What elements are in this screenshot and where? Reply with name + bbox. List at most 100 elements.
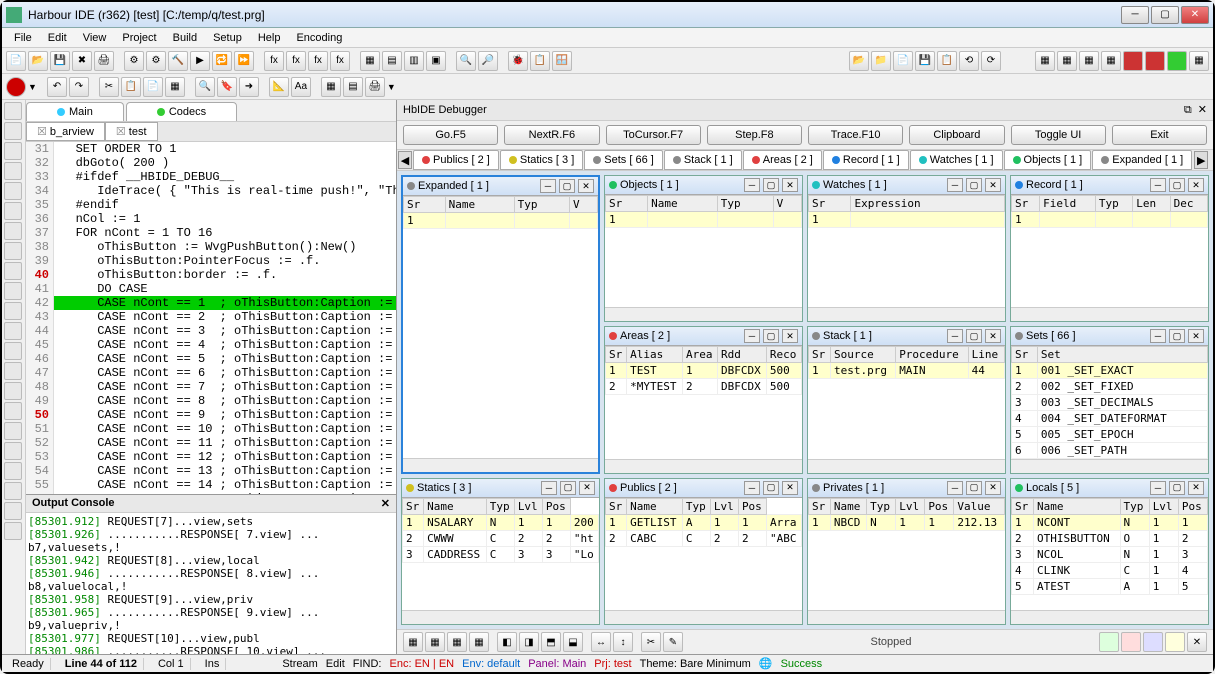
dbg-exit-button[interactable]: Exit bbox=[1112, 125, 1207, 145]
panel-scrollbar[interactable] bbox=[402, 610, 599, 624]
menu-project[interactable]: Project bbox=[114, 30, 164, 46]
record-icon[interactable] bbox=[6, 77, 26, 97]
misc2-icon[interactable]: ▤ bbox=[343, 77, 363, 97]
dbgf-5-icon[interactable]: ◧ bbox=[497, 632, 517, 652]
tool-last-icon[interactable]: ▦ bbox=[1189, 51, 1209, 71]
panel-scrollbar[interactable] bbox=[808, 610, 1005, 624]
side-btn-2[interactable] bbox=[4, 122, 22, 140]
dbg-tab-1[interactable]: Statics [ 3 ] bbox=[500, 150, 583, 170]
side-btn-11[interactable] bbox=[4, 302, 22, 320]
tool-r6-icon[interactable]: ⟲ bbox=[959, 51, 979, 71]
redo-icon[interactable]: ↷ bbox=[69, 77, 89, 97]
panel-min-icon[interactable]: ─ bbox=[744, 329, 760, 343]
tool-compile-ppo-icon[interactable]: ⚙ bbox=[146, 51, 166, 71]
dbgf-9-icon[interactable]: ↔ bbox=[591, 632, 611, 652]
panel-close-icon[interactable]: ✕ bbox=[985, 481, 1001, 495]
case-icon[interactable]: Aa bbox=[291, 77, 311, 97]
maximize-button[interactable]: ▢ bbox=[1151, 6, 1179, 24]
dbgf-12-icon[interactable]: ✎ bbox=[663, 632, 683, 652]
tool-compile-icon[interactable]: ⚙ bbox=[124, 51, 144, 71]
panel-scrollbar[interactable] bbox=[808, 459, 1005, 473]
dbg-tab-6[interactable]: Watches [ 1 ] bbox=[910, 150, 1003, 170]
tool-fx4-icon[interactable]: fx bbox=[330, 51, 350, 71]
dbgf-1-icon[interactable]: ▦ bbox=[403, 632, 423, 652]
panel-table[interactable]: SrNameTypLvlPos1NCONTN112OTHISBUTTONO123… bbox=[1011, 498, 1208, 610]
side-btn-13[interactable] bbox=[4, 342, 22, 360]
panel-close-icon[interactable]: ✕ bbox=[1188, 178, 1204, 192]
dbg-tab-2[interactable]: Sets [ 66 ] bbox=[584, 150, 663, 170]
close-button[interactable]: ✕ bbox=[1181, 6, 1209, 24]
menu-setup[interactable]: Setup bbox=[205, 30, 250, 46]
file-tab-barview[interactable]: ☒b_arview bbox=[26, 122, 105, 141]
goto-icon[interactable]: ➜ bbox=[239, 77, 259, 97]
tool-g1-icon[interactable]: ▦ bbox=[1035, 51, 1055, 71]
tool-window-icon[interactable]: 🪟 bbox=[552, 51, 572, 71]
panel-max-icon[interactable]: ▢ bbox=[966, 329, 982, 343]
panel-table[interactable]: SrNameTypLvlPos1NSALARYN112002CWWWC22"ht… bbox=[402, 498, 599, 610]
tool-r5-icon[interactable]: 📋 bbox=[937, 51, 957, 71]
tool-green-icon[interactable] bbox=[1167, 51, 1187, 71]
tool-zoom-in-icon[interactable]: 🔍 bbox=[456, 51, 476, 71]
tool-red1-icon[interactable] bbox=[1123, 51, 1143, 71]
dbgf-2-icon[interactable]: ▦ bbox=[425, 632, 445, 652]
tab-main[interactable]: Main bbox=[26, 102, 124, 121]
menu-build[interactable]: Build bbox=[165, 30, 205, 46]
panel-max-icon[interactable]: ▢ bbox=[559, 179, 575, 193]
panel-min-icon[interactable]: ─ bbox=[1150, 481, 1166, 495]
file-tab-test[interactable]: ☒test bbox=[105, 122, 158, 141]
panel-scrollbar[interactable] bbox=[605, 307, 802, 321]
dbg-detach-icon[interactable]: ⧉ bbox=[1184, 104, 1192, 116]
tabs-prev-icon[interactable]: ◀ bbox=[398, 151, 412, 169]
tool-new-icon[interactable]: 📄 bbox=[6, 51, 26, 71]
side-btn-14[interactable] bbox=[4, 362, 22, 380]
dbgf-3-icon[interactable]: ▦ bbox=[447, 632, 467, 652]
panel-close-icon[interactable]: ✕ bbox=[579, 481, 595, 495]
dbg-tab-4[interactable]: Areas [ 2 ] bbox=[743, 150, 822, 170]
dbgf-10-icon[interactable]: ↕ bbox=[613, 632, 633, 652]
panel-table[interactable]: SrNameTypV1 bbox=[403, 196, 598, 458]
tool-g3-icon[interactable]: ▦ bbox=[1079, 51, 1099, 71]
dbg-tab-5[interactable]: Record [ 1 ] bbox=[823, 150, 909, 170]
panel-max-icon[interactable]: ▢ bbox=[763, 329, 779, 343]
tool-fx1-icon[interactable]: fx bbox=[264, 51, 284, 71]
dbg-tab-0[interactable]: Publics [ 2 ] bbox=[413, 150, 499, 170]
copy-icon[interactable]: 📋 bbox=[121, 77, 141, 97]
side-btn-4[interactable] bbox=[4, 162, 22, 180]
panel-close-icon[interactable]: ✕ bbox=[578, 179, 594, 193]
dbg-trace-button[interactable]: Trace.F10 bbox=[808, 125, 903, 145]
tool-props-icon[interactable]: 📋 bbox=[530, 51, 550, 71]
dbgf-r1-icon[interactable] bbox=[1099, 632, 1119, 652]
side-btn-20[interactable] bbox=[4, 482, 22, 500]
panel-close-icon[interactable]: ✕ bbox=[1188, 481, 1204, 495]
code-editor[interactable]: 3132333435363738394041424344454647484950… bbox=[26, 142, 396, 494]
tool-fx2-icon[interactable]: fx bbox=[286, 51, 306, 71]
minimize-button[interactable]: ─ bbox=[1121, 6, 1149, 24]
panel-min-icon[interactable]: ─ bbox=[744, 481, 760, 495]
panel-close-icon[interactable]: ✕ bbox=[782, 178, 798, 192]
close-tab-icon[interactable]: ☒ bbox=[116, 125, 126, 138]
side-btn-9[interactable] bbox=[4, 262, 22, 280]
dbgf-r3-icon[interactable] bbox=[1143, 632, 1163, 652]
tool-rebuild-launch-icon[interactable]: ⏩ bbox=[234, 51, 254, 71]
panel-table[interactable]: SrNameTypLvlPosValue1NBCDN11212.13 bbox=[808, 498, 1005, 610]
panel-min-icon[interactable]: ─ bbox=[1150, 329, 1166, 343]
panel-scrollbar[interactable] bbox=[1011, 459, 1208, 473]
dbg-toggleui-button[interactable]: Toggle UI bbox=[1011, 125, 1106, 145]
side-btn-19[interactable] bbox=[4, 462, 22, 480]
dbgf-6-icon[interactable]: ◨ bbox=[519, 632, 539, 652]
side-btn-8[interactable] bbox=[4, 242, 22, 260]
panel-table[interactable]: SrSourceProcedureLine1test.prgMAIN44 bbox=[808, 346, 1005, 458]
dbg-tab-7[interactable]: Objects [ 1 ] bbox=[1004, 150, 1092, 170]
side-btn-5[interactable] bbox=[4, 182, 22, 200]
tabs-next-icon[interactable]: ▶ bbox=[1194, 151, 1208, 169]
panel-min-icon[interactable]: ─ bbox=[744, 178, 760, 192]
side-btn-7[interactable] bbox=[4, 222, 22, 240]
tool-close-icon[interactable]: ✖ bbox=[72, 51, 92, 71]
dbg-tocursor-button[interactable]: ToCursor.F7 bbox=[606, 125, 701, 145]
tool-view2-icon[interactable]: ▤ bbox=[382, 51, 402, 71]
tool-g4-icon[interactable]: ▦ bbox=[1101, 51, 1121, 71]
panel-close-icon[interactable]: ✕ bbox=[985, 329, 1001, 343]
format-icon[interactable]: 📐 bbox=[269, 77, 289, 97]
panel-close-icon[interactable]: ✕ bbox=[1188, 329, 1204, 343]
tool-print-icon[interactable]: 🖨 bbox=[94, 51, 114, 71]
